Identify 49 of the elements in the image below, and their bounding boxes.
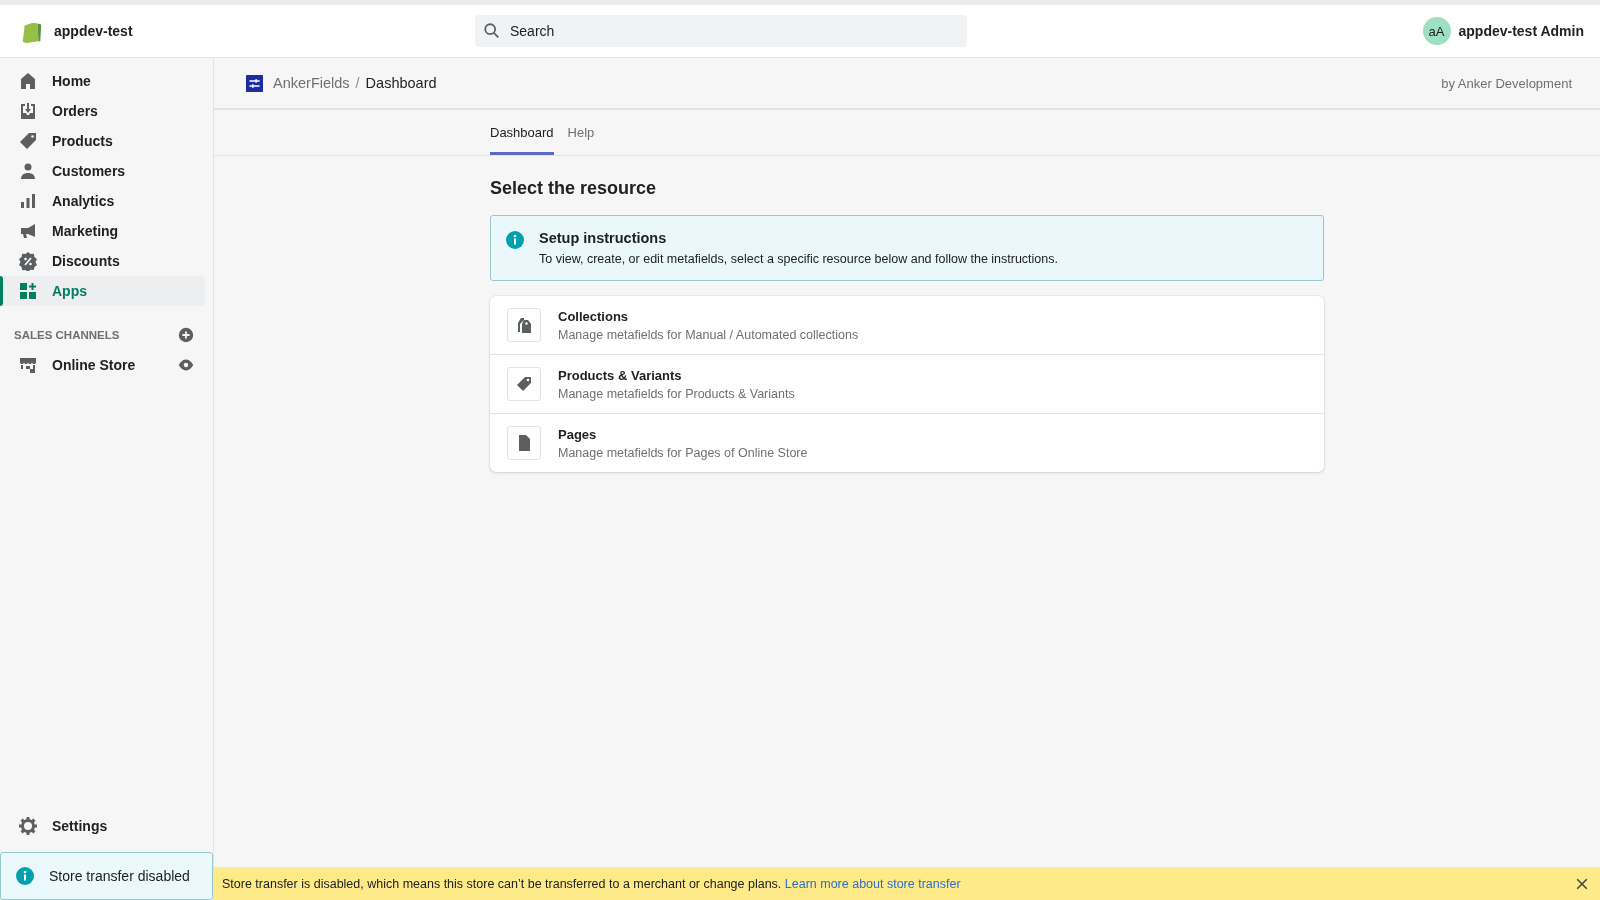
- bar-chart-icon: [18, 191, 38, 211]
- developer-byline: by Anker Development: [1441, 75, 1572, 91]
- nav-item[interactable]: Orders: [0, 96, 205, 126]
- nav-item[interactable]: Analytics: [0, 186, 205, 216]
- nav-item[interactable]: Online Store: [18, 355, 136, 375]
- megaphone-icon: [18, 221, 38, 241]
- user-avatar[interactable]: aA: [1422, 17, 1451, 45]
- resource-description: Manage metafields for Pages of Online Store: [558, 445, 808, 460]
- store-name[interactable]: appdev-test: [54, 23, 133, 39]
- person-icon: [18, 161, 38, 181]
- resource-description: Manage metafields for Products & Variants: [558, 386, 795, 401]
- resource-title: Collections: [558, 308, 630, 324]
- discount-badge-icon: [18, 251, 38, 271]
- nav-item[interactable]: Home: [0, 66, 205, 96]
- banner-text: To view, create, or edit metafields, select a specific resource below and follow the instructions.: [539, 252, 1058, 266]
- breadcrumb-link[interactable]: AnkerFields: [273, 75, 350, 91]
- info-icon: [505, 230, 525, 250]
- nav-item[interactable]: Marketing: [0, 216, 205, 246]
- banner-message: Store transfer is disabled, which means this store can’t be transferred to a merchant or change plans. Learn more about store transfer: [222, 876, 961, 891]
- resource-row[interactable]: Products & Variants Manage metafields for Products & Variants: [490, 354, 1324, 413]
- resource-row[interactable]: Pages Manage metafields for Pages of Online Store: [490, 413, 1324, 472]
- store-transfer-notice[interactable]: Store transfer disabled: [0, 852, 213, 900]
- resource-description: Manage metafields for Manual / Automated collections: [558, 327, 859, 342]
- section-heading: SALES CHANNELS: [14, 329, 120, 341]
- search-field[interactable]: Search: [475, 15, 967, 47]
- nav-item[interactable]: Apps: [0, 276, 205, 306]
- apps-grid-icon: [18, 281, 38, 301]
- user-name[interactable]: appdev-test Admin: [1458, 23, 1584, 39]
- resource-row[interactable]: Collections Manage metafields for Manual / Automated collections: [490, 296, 1324, 354]
- nav-item[interactable]: Customers: [0, 156, 205, 186]
- resource-title: Products & Variants: [558, 367, 683, 383]
- breadcrumb-current: Dashboard: [365, 75, 437, 91]
- page-title: Select the resource: [490, 178, 658, 199]
- plus-circle-icon: [177, 326, 195, 344]
- download-box-icon: [18, 101, 38, 121]
- sliders-app-icon: [246, 74, 263, 92]
- learn-more-link[interactable]: Learn more about store transfer: [784, 876, 961, 891]
- nav-item[interactable]: Discounts: [0, 246, 205, 276]
- info-icon: [15, 866, 35, 886]
- tab[interactable]: Help: [567, 110, 595, 155]
- settings-icon: [18, 816, 38, 836]
- nav-item[interactable]: Products: [0, 126, 205, 156]
- home-icon: [18, 71, 38, 91]
- tag-icon: [18, 131, 38, 151]
- resource-title: Pages: [558, 426, 598, 442]
- banner-title: Setup instructions: [539, 230, 668, 246]
- breadcrumb-separator: /: [355, 75, 360, 91]
- tab[interactable]: Dashboard: [490, 110, 554, 155]
- settings-link[interactable]: Settings: [18, 816, 108, 836]
